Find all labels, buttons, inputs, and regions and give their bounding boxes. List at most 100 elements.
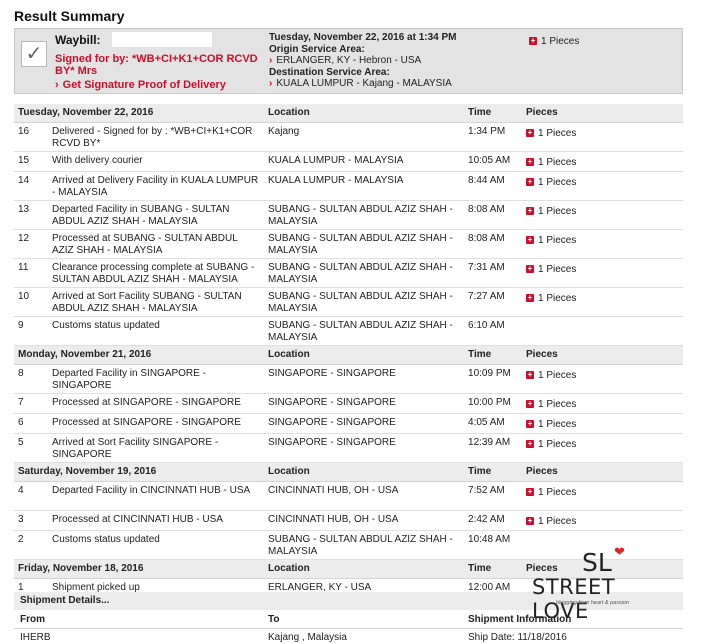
event-time: 2:42 AM	[464, 510, 523, 531]
pieces-expander[interactable]: +1 Pieces	[526, 487, 576, 498]
table-row: 13 Departed Facility in SUBANG - SULTAN A…	[14, 200, 684, 230]
event-number: 15	[14, 151, 48, 172]
plus-icon[interactable]: +	[526, 371, 535, 380]
time-column-header: Time	[464, 104, 523, 123]
table-row: 7 Processed at SINGAPORE - SINGAPORE SINGA…	[14, 393, 684, 414]
shipment-from: IHERB	[20, 632, 51, 643]
tracking-events-table: Tuesday, November 22, 2016 Location Time Pi…	[14, 104, 684, 599]
event-location: SUBANG - SULTAN ABDUL AZIZ SHAH - MALAYS…	[264, 287, 465, 317]
event-description: Processed at CINCINNATI HUB - USA	[48, 510, 265, 531]
pieces-expander[interactable]: +1 Pieces	[526, 177, 576, 188]
location-column-header: Location	[264, 104, 465, 123]
destination-value: › KUALA LUMPUR - Kajang - MALAYSIA	[269, 78, 452, 89]
event-pieces: +1 Pieces	[522, 229, 684, 259]
event-location: SUBANG - SULTAN ABDUL AZIZ SHAH - MALAYS…	[264, 200, 465, 230]
event-location: SINGAPORE - SINGAPORE	[264, 433, 465, 463]
event-number: 16	[14, 122, 48, 152]
pieces-expander[interactable]: +1 Pieces	[526, 128, 576, 139]
event-location: SINGAPORE - SINGAPORE	[264, 364, 465, 394]
event-pieces	[522, 316, 684, 346]
plus-icon[interactable]: +	[526, 207, 535, 216]
to-column-header: To	[268, 614, 280, 625]
table-row: 5 Arrived at Sort Facility SINGAPORE - SI…	[14, 433, 684, 463]
pieces-expander[interactable]: +1 Pieces	[526, 264, 576, 275]
event-number: 13	[14, 200, 48, 230]
plus-icon[interactable]: +	[526, 400, 535, 409]
pieces-expander[interactable]: +1 Pieces	[526, 439, 576, 450]
pieces-expander[interactable]: +1 Pieces	[526, 206, 576, 217]
event-location: KUALA LUMPUR - MALAYSIA	[264, 151, 465, 172]
pieces-expander[interactable]: +1 Pieces	[526, 235, 576, 246]
pieces-expander[interactable]: +1 Pieces	[526, 293, 576, 304]
event-pieces: +1 Pieces	[522, 151, 684, 172]
event-time: 8:08 AM	[464, 200, 523, 230]
shipment-to: Kajang , Malaysia	[268, 632, 347, 643]
checkmark-icon: ✓	[21, 41, 47, 67]
event-time: 1:34 PM	[464, 122, 523, 152]
ship-date: Ship Date: 11/18/2016	[468, 632, 567, 643]
event-location: SINGAPORE - SINGAPORE	[264, 393, 465, 414]
event-pieces: +1 Pieces	[522, 481, 684, 511]
street-love-watermark: SL ❤ STREET LOVE blogging from heart & p…	[528, 544, 668, 623]
table-row: 15 With delivery courier KUALA LUMPUR - MA…	[14, 151, 684, 172]
date-group-header: Saturday, November 19, 2016 Location Time P…	[14, 462, 684, 482]
page-title: Result Summary	[14, 8, 125, 24]
plus-icon[interactable]: +	[526, 158, 535, 167]
pieces-column-header: Pieces	[522, 345, 684, 365]
table-row: 10 Arrived at Sort Facility SUBANG - SULT…	[14, 287, 684, 317]
event-description: Arrived at Sort Facility SUBANG - SULTAN…	[48, 287, 265, 317]
pieces-column-header: Pieces	[522, 462, 684, 482]
event-location: CINCINNATI HUB, OH - USA	[264, 510, 465, 531]
table-row: 4 Departed Facility in CINCINNATI HUB - U…	[14, 481, 684, 511]
event-time: 7:27 AM	[464, 287, 523, 317]
pieces-expander[interactable]: +1 Pieces	[526, 157, 576, 168]
watermark-tagline: blogging from heart & passion	[556, 600, 630, 606]
plus-icon[interactable]: +	[526, 517, 535, 526]
date-heading: Monday, November 21, 2016	[14, 345, 265, 365]
event-pieces: +1 Pieces	[522, 413, 684, 434]
event-location: SINGAPORE - SINGAPORE	[264, 413, 465, 434]
event-number: 14	[14, 171, 48, 201]
table-row: 8 Departed Facility in SINGAPORE - SINGAP…	[14, 364, 684, 394]
event-pieces: +1 Pieces	[522, 510, 684, 531]
pieces-expander[interactable]: +1 Pieces	[526, 370, 576, 381]
table-row: 12 Processed at SUBANG - SULTAN ABDUL AZI…	[14, 229, 684, 259]
event-time: 12:39 AM	[464, 433, 523, 463]
table-row: 6 Processed at SINGAPORE - SINGAPORE SINGA…	[14, 413, 684, 434]
table-row: 14 Arrived at Delivery Facility in KUALA …	[14, 171, 684, 201]
plus-icon[interactable]: +	[526, 129, 535, 138]
location-column-header: Location	[264, 345, 465, 365]
plus-icon[interactable]: +	[526, 294, 535, 303]
event-location: SUBANG - SULTAN ABDUL AZIZ SHAH - MALAYS…	[264, 229, 465, 259]
pieces-expander[interactable]: +1 Pieces	[529, 36, 579, 47]
event-time: 7:52 AM	[464, 481, 523, 511]
proof-of-delivery-link[interactable]: › Get Signature Proof of Delivery	[55, 79, 226, 91]
service-area-info: Tuesday, November 22, 2016 at 1:34 PM Or…	[269, 32, 509, 90]
event-pieces: +1 Pieces	[522, 364, 684, 394]
pieces-expander[interactable]: +1 Pieces	[526, 399, 576, 410]
event-time: 4:05 AM	[464, 413, 523, 434]
event-time: 10:00 PM	[464, 393, 523, 414]
pieces-count: 1 Pieces	[538, 157, 577, 168]
event-description: Customs status updated	[48, 316, 265, 346]
pieces-count: 1 Pieces	[538, 235, 577, 246]
plus-icon[interactable]: +	[526, 420, 535, 429]
plus-icon[interactable]: +	[526, 440, 535, 449]
pieces-expander[interactable]: +1 Pieces	[526, 516, 576, 527]
table-row: 16 Delivered - Signed for by : *WB+CI+K1+…	[14, 122, 684, 152]
waybill-label: Waybill:	[55, 33, 101, 47]
plus-icon[interactable]: +	[526, 178, 535, 187]
signed-for-text: Signed for by: *WB+CI+K1+COR RCVD BY* Mr…	[55, 53, 258, 77]
plus-icon[interactable]: +	[526, 488, 535, 497]
plus-icon[interactable]: +	[526, 236, 535, 245]
pieces-count: 1 Pieces	[538, 399, 577, 410]
pieces-count: 1 Pieces	[538, 264, 577, 275]
event-number: 5	[14, 433, 48, 463]
pieces-expander[interactable]: +1 Pieces	[526, 419, 576, 430]
event-time: 7:31 AM	[464, 258, 523, 288]
plus-icon[interactable]: +	[529, 37, 537, 46]
event-description: Processed at SUBANG - SULTAN ABDUL AZIZ …	[48, 229, 265, 259]
event-description: Departed Facility in CINCINNATI HUB - US…	[48, 481, 265, 511]
event-pieces: +1 Pieces	[522, 171, 684, 201]
plus-icon[interactable]: +	[526, 265, 535, 274]
